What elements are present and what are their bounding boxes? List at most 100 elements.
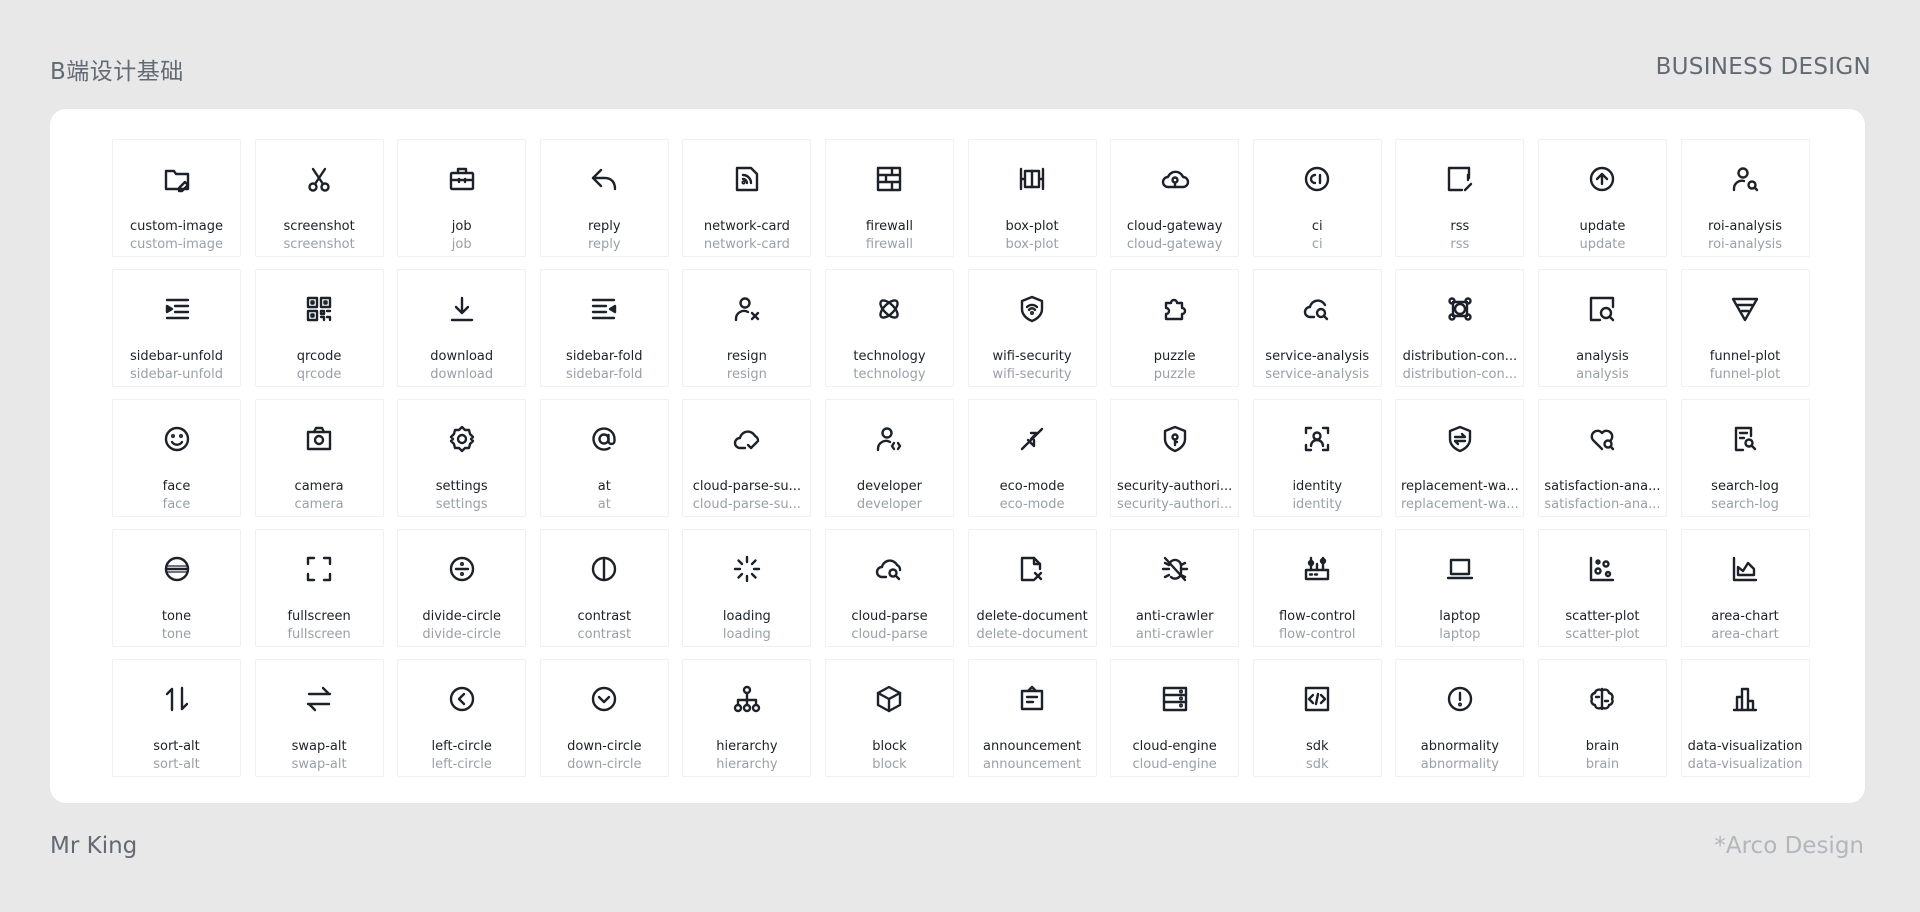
icon-tile-security-authori[interactable]: security-authori... security-authori...	[1110, 399, 1240, 517]
icon-tile-announcement[interactable]: announcement announcement	[967, 659, 1097, 777]
icon-tile-sdk[interactable]: sdk sdk	[1252, 659, 1382, 777]
icon-tile-block[interactable]: block block	[824, 659, 954, 777]
icon-name: download	[430, 349, 494, 364]
icon-tile-sort-alt[interactable]: sort-alt sort-alt	[112, 659, 241, 777]
settings-icon	[446, 423, 478, 455]
icon-tile-search-log[interactable]: search-log search-log	[1680, 399, 1810, 517]
icon-tile-at[interactable]: at at	[539, 399, 669, 517]
laptop-icon	[1444, 553, 1476, 585]
icon-subname: developer	[856, 497, 923, 512]
icon-tile-sidebar-fold[interactable]: sidebar-fold sidebar-fold	[539, 269, 669, 387]
icon-subname: wifi-security	[992, 367, 1072, 382]
icon-panel: custom-image custom-image screenshot screen…	[50, 109, 1865, 803]
icon-tile-analysis[interactable]: analysis analysis	[1537, 269, 1667, 387]
icon-tile-sidebar-unfold[interactable]: sidebar-unfold sidebar-unfold	[112, 269, 241, 387]
icon-subname: left-circle	[431, 757, 492, 772]
icon-tile-swap-alt[interactable]: swap-alt swap-alt	[254, 659, 384, 777]
icon-tile-update[interactable]: update update	[1537, 139, 1667, 257]
icon-tile-service-analysis[interactable]: service-analysis service-analysis	[1252, 269, 1382, 387]
icon-tile-wifi-security[interactable]: wifi-security wifi-security	[967, 269, 1097, 387]
icon-tile-contrast[interactable]: contrast contrast	[539, 529, 669, 647]
icon-tile-cloud-gateway[interactable]: cloud-gateway cloud-gateway	[1110, 139, 1240, 257]
icon-tile-cloud-parse[interactable]: cloud-parse cloud-parse	[824, 529, 954, 647]
icon-tile-technology[interactable]: technology technology	[824, 269, 954, 387]
icon-tile-loading[interactable]: loading loading	[682, 529, 812, 647]
icon-subname: cloud-engine	[1132, 757, 1217, 772]
icon-tile-puzzle[interactable]: puzzle puzzle	[1110, 269, 1240, 387]
icon-subname: contrast	[577, 627, 632, 642]
icon-tile-box-plot[interactable]: box-plot box-plot	[967, 139, 1097, 257]
icon-tile-area-chart[interactable]: area-chart area-chart	[1680, 529, 1810, 647]
icon-name: roi-analysis	[1708, 219, 1782, 234]
icon-tile-scatter-plot[interactable]: scatter-plot scatter-plot	[1537, 529, 1667, 647]
icon-tile-down-circle[interactable]: down-circle down-circle	[539, 659, 669, 777]
icon-tile-anti-crawler[interactable]: anti-crawler anti-crawler	[1110, 529, 1240, 647]
icon-subname: anti-crawler	[1135, 627, 1214, 642]
icon-tile-firewall[interactable]: firewall firewall	[824, 139, 954, 257]
icon-tile-abnormality[interactable]: abnormality abnormality	[1395, 659, 1525, 777]
update-icon	[1586, 163, 1618, 195]
icon-tile-funnel-plot[interactable]: funnel-plot funnel-plot	[1680, 269, 1810, 387]
icon-tile-left-circle[interactable]: left-circle left-circle	[397, 659, 527, 777]
icon-tile-download[interactable]: download download	[397, 269, 527, 387]
icon-subname: cloud-parse	[851, 627, 928, 642]
icon-name: sidebar-unfold	[130, 349, 223, 364]
icon-name: wifi-security	[992, 349, 1072, 364]
icon-tile-cloud-engine[interactable]: cloud-engine cloud-engine	[1110, 659, 1240, 777]
icon-subname: screenshot	[283, 237, 355, 252]
rss-icon	[1444, 163, 1476, 195]
icon-subname: network-card	[703, 237, 790, 252]
icon-name: announcement	[983, 739, 1082, 754]
icon-tile-cloud-parse-su[interactable]: cloud-parse-su... cloud-parse-su...	[682, 399, 812, 517]
icon-tile-divide-circle[interactable]: divide-circle divide-circle	[397, 529, 527, 647]
icon-subname: box-plot	[1005, 237, 1059, 252]
icon-tile-ci[interactable]: ci ci	[1252, 139, 1382, 257]
icon-tile-custom-image[interactable]: custom-image custom-image	[112, 139, 241, 257]
icon-tile-developer[interactable]: developer developer	[824, 399, 954, 517]
icon-name: down-circle	[567, 739, 642, 754]
icon-subname: fullscreen	[287, 627, 351, 642]
icon-subname: technology	[853, 367, 926, 382]
icon-name: funnel-plot	[1709, 349, 1781, 364]
icon-tile-flow-control[interactable]: flow-control flow-control	[1252, 529, 1382, 647]
icon-tile-qrcode[interactable]: qrcode qrcode	[254, 269, 384, 387]
icon-name: firewall	[865, 219, 913, 234]
left-circle-icon	[446, 683, 478, 715]
icon-tile-camera[interactable]: camera camera	[254, 399, 384, 517]
icon-tile-settings[interactable]: settings settings	[397, 399, 527, 517]
icon-tile-fullscreen[interactable]: fullscreen fullscreen	[254, 529, 384, 647]
loading-icon	[731, 553, 763, 585]
flow-control-icon	[1301, 553, 1333, 585]
icon-name: face	[162, 479, 191, 494]
icon-tile-eco-mode[interactable]: eco-mode eco-mode	[967, 399, 1097, 517]
icon-tile-brain[interactable]: brain brain	[1537, 659, 1667, 777]
anti-crawler-icon	[1159, 553, 1191, 585]
icon-tile-replacement-wa[interactable]: replacement-wa... replacement-wa...	[1395, 399, 1525, 517]
icon-subname: update	[1579, 237, 1626, 252]
icon-tile-distribution-con[interactable]: distribution-con... distribution-con...	[1395, 269, 1525, 387]
icon-subname: data-visualization	[1687, 757, 1803, 772]
icon-tile-satisfaction-ana[interactable]: satisfaction-ana... satisfaction-ana...	[1537, 399, 1667, 517]
icon-tile-data-visualization[interactable]: data-visualization data-visualization	[1680, 659, 1810, 777]
icon-name: block	[872, 739, 907, 754]
icon-subname: swap-alt	[291, 757, 347, 772]
icon-tile-roi-analysis[interactable]: roi-analysis roi-analysis	[1680, 139, 1810, 257]
icon-tile-reply[interactable]: reply reply	[539, 139, 669, 257]
icon-tile-face[interactable]: face face	[112, 399, 241, 517]
icon-name: scatter-plot	[1565, 609, 1640, 624]
icon-tile-screenshot[interactable]: screenshot screenshot	[254, 139, 384, 257]
icon-tile-delete-document[interactable]: delete-document delete-document	[967, 529, 1097, 647]
icon-tile-laptop[interactable]: laptop laptop	[1395, 529, 1525, 647]
icon-tile-hierarchy[interactable]: hierarchy hierarchy	[682, 659, 812, 777]
icon-tile-job[interactable]: job job	[397, 139, 527, 257]
icon-tile-tone[interactable]: tone tone	[112, 529, 241, 647]
icon-tile-rss[interactable]: rss rss	[1395, 139, 1525, 257]
icon-tile-resign[interactable]: resign resign	[682, 269, 812, 387]
roi-analysis-icon	[1729, 163, 1761, 195]
icon-subname: analysis	[1576, 367, 1629, 382]
qrcode-icon	[303, 293, 335, 325]
icon-name: distribution-con...	[1402, 349, 1518, 364]
icon-subname: puzzle	[1153, 367, 1196, 382]
icon-tile-network-card[interactable]: network-card network-card	[682, 139, 812, 257]
icon-tile-identity[interactable]: identity identity	[1252, 399, 1382, 517]
